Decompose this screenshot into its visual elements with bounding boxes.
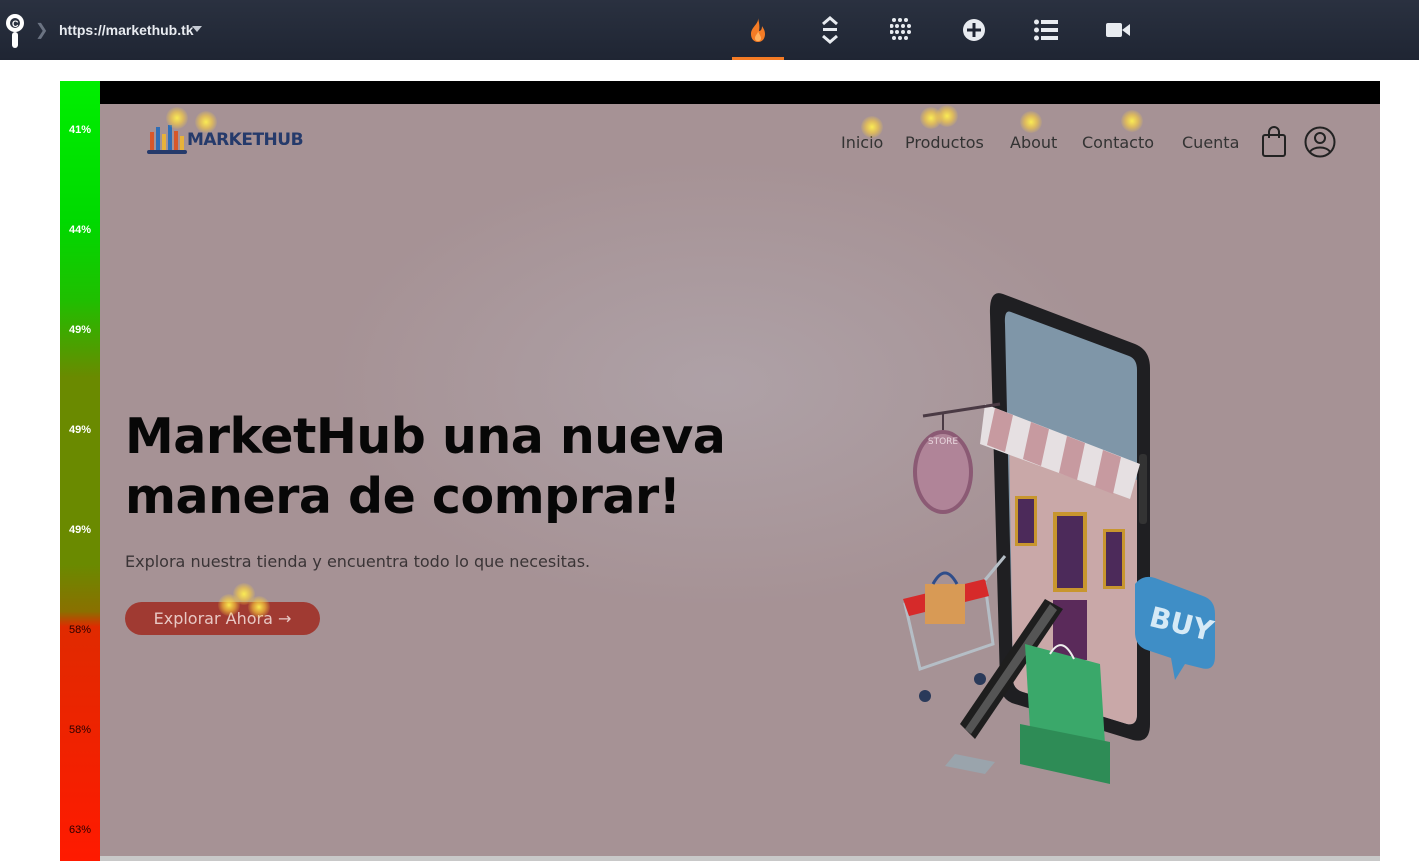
url-selector[interactable]: https://markethub.tk bbox=[59, 22, 194, 38]
site-bottom-strip bbox=[100, 856, 1380, 861]
list-icon bbox=[1034, 19, 1058, 41]
click-grid-tool-button[interactable] bbox=[876, 0, 928, 60]
nav-cuenta[interactable]: Cuenta bbox=[1182, 133, 1239, 152]
scroll-map-tool-button[interactable] bbox=[804, 0, 856, 60]
scroll-depth-bar: 41% 44% 49% 49% 49% 58% 58% 63% bbox=[60, 81, 100, 861]
scroll-depth-label: 58% bbox=[68, 624, 92, 636]
click-hotspot bbox=[861, 116, 883, 138]
store-sign-text: STORE bbox=[928, 437, 959, 447]
scroll-depth-label: 58% bbox=[68, 724, 92, 736]
user-account-icon[interactable] bbox=[1304, 126, 1336, 163]
website-preview: MARKETHUB Inicio Productos About Contact… bbox=[100, 104, 1380, 856]
shopping-bag-icon[interactable] bbox=[1261, 126, 1287, 163]
click-hotspot bbox=[936, 105, 958, 127]
app-logo-icon[interactable]: C bbox=[4, 12, 28, 48]
site-top-strip bbox=[100, 81, 1380, 104]
nav-productos[interactable]: Productos bbox=[905, 133, 984, 152]
heatmap-tool-button[interactable] bbox=[732, 0, 784, 60]
hero-title: MarketHub una nueva manera de comprar! bbox=[125, 408, 726, 525]
list-tool-button[interactable] bbox=[1020, 0, 1072, 60]
chevron-down-icon[interactable] bbox=[192, 26, 202, 32]
add-tool-button[interactable] bbox=[948, 0, 1000, 60]
video-icon bbox=[1106, 23, 1130, 37]
add-icon bbox=[963, 19, 985, 41]
click-grid-icon bbox=[890, 18, 911, 40]
click-hotspot bbox=[166, 107, 188, 129]
scroll-depth-label: 63% bbox=[68, 824, 92, 836]
video-tool-button[interactable] bbox=[1092, 0, 1144, 60]
scroll-depth-label: 49% bbox=[68, 324, 92, 336]
analytics-toolbar: C ❯ https://markethub.tk bbox=[0, 0, 1419, 60]
breadcrumb-chevron-icon: ❯ bbox=[35, 22, 49, 39]
nav-about[interactable]: About bbox=[1010, 133, 1057, 152]
nav-contacto[interactable]: Contacto bbox=[1082, 133, 1154, 152]
scroll-depth-label: 41% bbox=[68, 124, 92, 136]
click-hotspot bbox=[1020, 111, 1042, 133]
scroll-depth-label: 44% bbox=[68, 224, 92, 236]
click-hotspot bbox=[218, 594, 240, 616]
svg-text:C: C bbox=[12, 19, 19, 29]
hero-subtitle: Explora nuestra tienda y encuentra todo … bbox=[125, 552, 591, 571]
flame-icon bbox=[751, 18, 765, 42]
click-hotspot bbox=[1121, 110, 1143, 132]
scroll-depth-label: 49% bbox=[68, 524, 92, 536]
logo-text: MARKETHUB bbox=[187, 130, 304, 150]
click-hotspot bbox=[195, 111, 217, 133]
scroll-depth-label: 49% bbox=[68, 424, 92, 436]
click-hotspot bbox=[248, 596, 270, 618]
scroll-map-icon bbox=[822, 16, 838, 44]
store-phone-illustration: STORE BUY bbox=[885, 284, 1225, 789]
